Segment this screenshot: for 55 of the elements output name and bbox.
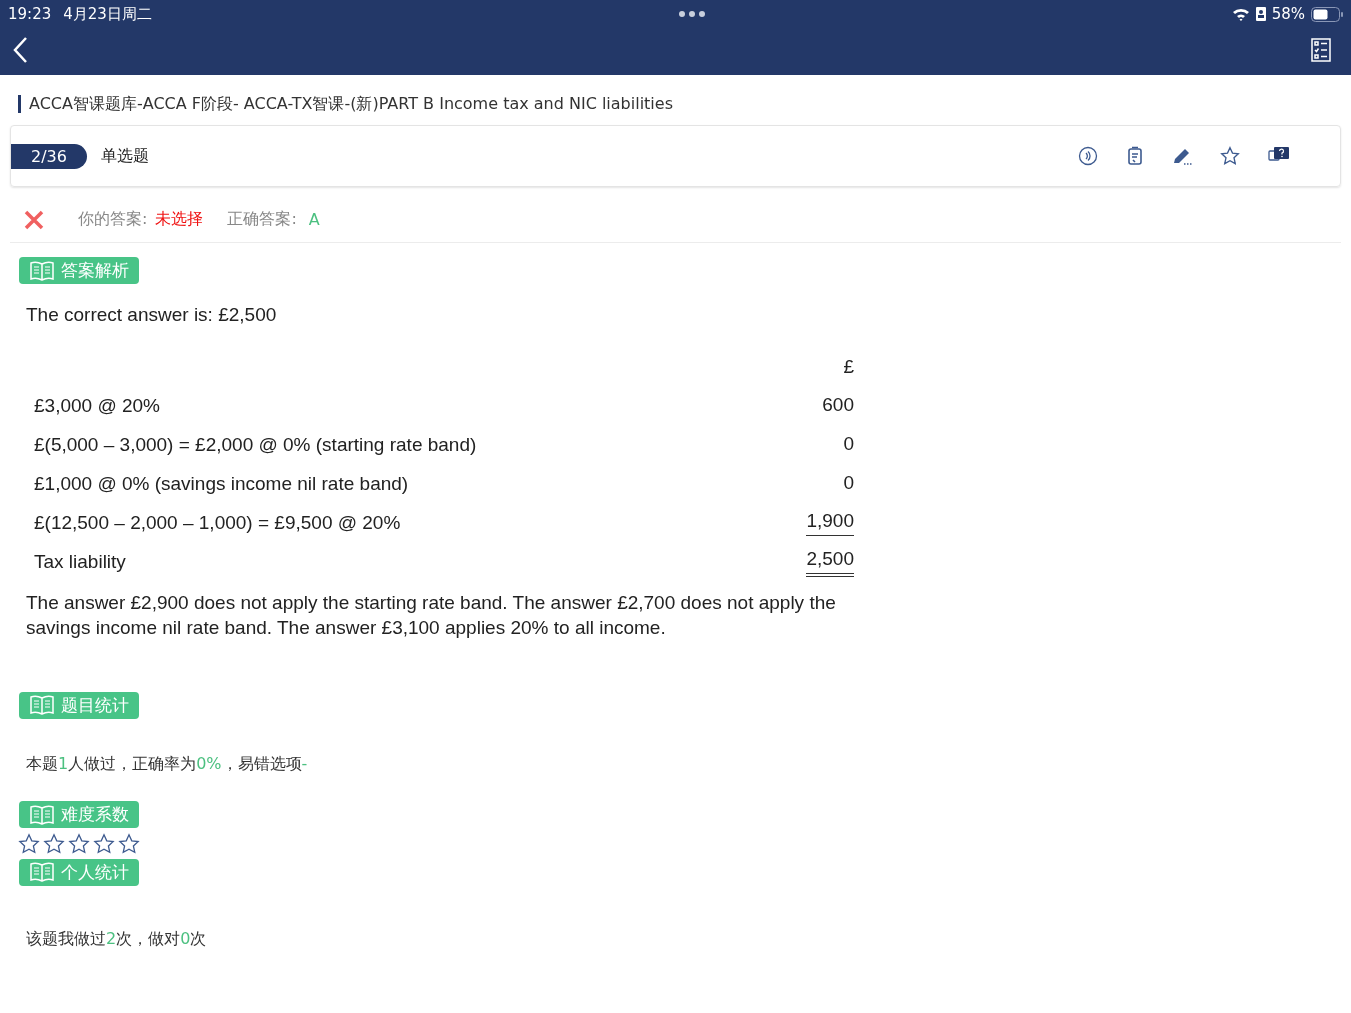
dots-icon — [677, 10, 706, 18]
star-icon — [43, 832, 65, 855]
star-icon — [68, 832, 90, 855]
star-icon — [93, 832, 115, 855]
calc-amount: 1,900 — [806, 510, 854, 536]
calc-amount: 0 — [843, 471, 854, 495]
section-heading: 难度系数 — [61, 803, 129, 826]
star-icon — [118, 832, 140, 855]
book-icon — [29, 694, 55, 716]
answer-intro: The correct answer is: £2,500 — [26, 303, 278, 326]
question-type: 单选题 — [100, 145, 150, 167]
edit-button[interactable] — [1172, 146, 1192, 166]
chat-question-icon — [1268, 146, 1290, 164]
calc-label: £1,000 @ 0% (savings income nil rate band) — [34, 473, 409, 494]
lock-icon — [1255, 7, 1266, 21]
wifi-icon — [1231, 7, 1250, 21]
calc-amount: 2,500 — [806, 547, 854, 577]
your-answer-value: 未选择 — [155, 209, 204, 230]
section-heading: 答案解析 — [61, 259, 129, 282]
status-date: 4月23日周二 — [63, 4, 152, 24]
question-list-button[interactable] — [1311, 38, 1331, 62]
stats-sentence: 本题1人做过，正确率为0%，易错选项- — [26, 754, 309, 775]
personal-stats-sentence: 该题我做过2次，做对0次 — [26, 929, 208, 950]
audio-button[interactable] — [1078, 146, 1098, 166]
book-icon — [29, 861, 55, 883]
explanation-text: The answer £2,900 does not apply the starting rate band. The answer £2,700 does not apply the savings income nil rate band. The answer £3,100 applies 20% to all income. — [26, 590, 837, 640]
calc-label: £(5,000 – 3,000) = £2,000 @ 0% (starting rate band) — [34, 434, 477, 455]
book-icon — [29, 259, 55, 282]
your-answer-label: 你的答案: — [78, 209, 148, 230]
notepad-icon — [1126, 146, 1144, 166]
pencil-icon — [1172, 146, 1192, 166]
favorite-button[interactable] — [1220, 146, 1240, 166]
back-icon — [12, 36, 28, 64]
notes-button[interactable] — [1126, 146, 1144, 166]
checklist-icon — [1311, 38, 1331, 62]
book-icon — [29, 803, 55, 826]
calc-label: £(12,500 – 2,000 – 1,000) = £9,500 @ 20% — [34, 512, 401, 533]
correct-answer-label: 正确答案: — [227, 209, 297, 230]
breadcrumb-title: ACCA智课题库-ACCA F阶段- ACCA-TX智课-(新)PART B Income tax and NIC liabilities — [29, 93, 673, 115]
section-heading: 题目统计 — [61, 693, 129, 717]
calc-amount: 0 — [843, 432, 854, 456]
correct-answer-value: A — [308, 210, 320, 229]
section-heading: 个人统计 — [61, 860, 129, 884]
calc-label: £3,000 @ 20% — [34, 395, 160, 416]
status-time: 19:23 — [8, 5, 52, 23]
back-button[interactable] — [12, 36, 28, 64]
battery-icon — [1311, 6, 1343, 22]
audio-icon — [1078, 146, 1098, 166]
star-icon — [18, 832, 40, 855]
currency-heading: £ — [843, 356, 854, 377]
calc-amount: 600 — [822, 393, 854, 417]
battery-percent: 58% — [1271, 5, 1305, 23]
progress-badge: 2/36 — [11, 143, 87, 169]
calc-label: Tax liability — [34, 551, 126, 572]
star-icon — [1220, 146, 1240, 166]
